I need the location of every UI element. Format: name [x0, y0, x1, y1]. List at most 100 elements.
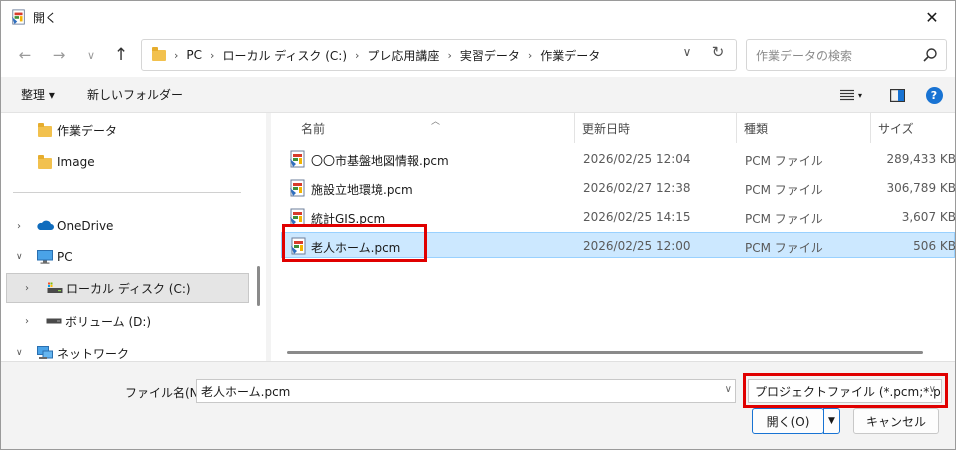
arrow-right-icon: → [52, 46, 66, 64]
breadcrumb-pc[interactable]: PC [186, 48, 202, 62]
close-button[interactable]: ✕ [909, 1, 955, 33]
up-button[interactable]: ↑ [109, 43, 133, 67]
app-icon [11, 9, 27, 25]
view-options-button[interactable]: ▾ [837, 86, 865, 104]
sort-ascending-icon: ︿ [431, 117, 441, 127]
nav-item-work-data[interactable]: 作業データ [1, 115, 259, 145]
column-header-type[interactable]: 種類 [736, 113, 870, 143]
chevron-right-icon: › [355, 48, 360, 62]
nav-item-label: 作業データ [57, 123, 118, 138]
address-bar[interactable]: › PC › ローカル ディスク (C:) › プレ応用講座 › 実習データ ›… [141, 39, 737, 71]
drive-icon [46, 318, 62, 324]
list-view-icon [839, 89, 854, 101]
file-type: PCM ファイル [745, 183, 823, 197]
nav-item-label: OneDrive [57, 219, 114, 233]
chevron-right-icon[interactable]: › [25, 316, 29, 327]
open-file-dialog: 開く ✕ ← → ∨ ↑ › PC › ローカル ディスク (C:) › プレ応… [0, 0, 956, 450]
refresh-icon: ↻ [711, 43, 725, 61]
arrow-up-icon: ↑ [113, 45, 129, 65]
cloud-icon [37, 220, 54, 230]
title-bar: 開く ✕ [1, 1, 955, 33]
chevron-down-icon[interactable]: ∨ [16, 252, 23, 262]
pcm-file-icon [289, 179, 307, 197]
file-name: 〇〇市基盤地図情報.pcm [311, 154, 449, 168]
file-row[interactable]: 統計GIS.pcm 2026/02/25 14:15 PCM ファイル 3,60… [281, 204, 955, 230]
file-type: PCM ファイル [745, 241, 823, 255]
pcm-file-icon [290, 237, 308, 255]
search-icon[interactable] [922, 47, 938, 63]
folder-icon [152, 46, 166, 61]
address-dropdown-button[interactable]: ∨ [677, 41, 697, 63]
help-icon: ? [925, 86, 943, 104]
file-list: 名前 ︿ 更新日時 種類 サイズ 〇〇市基盤地図情報.pcm 2026/02/2… [271, 113, 955, 361]
file-name: 統計GIS.pcm [311, 212, 386, 226]
file-row[interactable]: 施設立地環境.pcm 2026/02/27 12:38 PCM ファイル 306… [281, 175, 955, 201]
preview-pane-icon [889, 88, 905, 102]
nav-divider [13, 192, 241, 193]
command-bar: 整理 ▾ 新しいフォルダー ▾ ? [1, 77, 955, 113]
caret-down-icon: ▾ [857, 90, 862, 100]
open-button[interactable]: 開く(O) [752, 408, 824, 434]
column-header-size[interactable]: サイズ [870, 113, 955, 143]
search-input[interactable]: 作業データの検索 [746, 39, 947, 71]
file-type: PCM ファイル [745, 154, 823, 168]
chevron-right-icon[interactable]: › [25, 283, 29, 294]
column-header-date[interactable]: 更新日時 [574, 113, 736, 143]
pc-icon [37, 250, 53, 264]
nav-item-pc[interactable]: ∨ PC [1, 242, 259, 272]
breadcrumb-local-disk[interactable]: ローカル ディスク (C:) [222, 47, 347, 64]
recent-locations-button[interactable]: ∨ [79, 43, 103, 67]
file-name: 施設立地環境.pcm [311, 183, 413, 197]
horizontal-scrollbar[interactable] [287, 351, 923, 354]
nav-item-local-disk-c[interactable]: › ローカル ディスク (C:) [6, 273, 249, 303]
preview-pane-button[interactable] [887, 86, 907, 104]
forward-button[interactable]: → [47, 43, 71, 67]
column-header-label: 更新日時 [582, 121, 631, 136]
breadcrumb-course[interactable]: プレ応用講座 [367, 47, 439, 64]
file-date: 2026/02/25 12:00 [583, 239, 691, 253]
arrow-left-icon: ← [18, 46, 32, 64]
nav-item-volume-d[interactable]: › ボリューム (D:) [1, 306, 259, 336]
window-title: 開く [33, 10, 58, 25]
back-button[interactable]: ← [13, 43, 37, 67]
chevron-right-icon: › [447, 48, 452, 62]
chevron-right-icon: › [210, 48, 215, 62]
address-row: ← → ∨ ↑ › PC › ローカル ディスク (C:) › プレ応用講座 ›… [1, 33, 955, 77]
chevron-down-icon[interactable]: ∨ [16, 348, 23, 358]
nav-item-label: PC [57, 250, 73, 264]
pcm-file-icon [289, 150, 307, 168]
file-row[interactable]: 〇〇市基盤地図情報.pcm 2026/02/25 12:04 PCM ファイル … [281, 146, 955, 172]
chevron-right-icon: › [174, 48, 179, 62]
folder-icon [38, 123, 52, 137]
nav-item-label: ローカル ディスク (C:) [66, 281, 191, 296]
network-icon [37, 346, 53, 359]
breadcrumb-practice-data[interactable]: 実習データ [460, 47, 520, 64]
new-folder-button[interactable]: 新しいフォルダー [87, 86, 183, 103]
open-options-button[interactable]: ▼ [823, 408, 840, 434]
file-type-filter-select[interactable]: プロジェクトファイル (*.pcm;*.pcms; ∨ [748, 379, 942, 403]
file-date: 2026/02/25 14:15 [583, 210, 691, 224]
file-row-selected[interactable]: 老人ホーム.pcm 2026/02/25 12:00 PCM ファイル 506 … [281, 232, 955, 258]
cancel-button[interactable]: キャンセル [853, 408, 939, 434]
organize-button[interactable]: 整理 ▾ [21, 86, 55, 103]
nav-item-image[interactable]: Image [1, 147, 259, 177]
file-size: 306,789 KB [886, 181, 955, 195]
nav-scrollbar[interactable] [257, 266, 260, 306]
nav-item-label: ボリューム (D:) [65, 314, 152, 329]
caret-down-icon: ▼ [828, 416, 835, 426]
chevron-down-icon[interactable]: ∨ [725, 384, 732, 395]
refresh-button[interactable]: ↻ [707, 41, 729, 63]
nav-item-label: Image [57, 155, 95, 169]
chevron-right-icon[interactable]: › [17, 221, 21, 232]
pcm-file-icon [289, 208, 307, 226]
nav-item-label: ネットワーク [57, 346, 130, 361]
file-date: 2026/02/27 12:38 [583, 181, 691, 195]
nav-item-onedrive[interactable]: › OneDrive [1, 211, 259, 241]
help-button[interactable]: ? [925, 86, 943, 104]
filename-input[interactable]: 老人ホーム.pcm ∨ [196, 379, 736, 403]
breadcrumb-work-data[interactable]: 作業データ [540, 47, 600, 64]
file-size: 506 KB [913, 239, 955, 253]
cancel-button-label: キャンセル [865, 414, 926, 429]
nav-item-network[interactable]: ∨ ネットワーク [1, 338, 259, 361]
column-header-label: 名前 [301, 121, 326, 136]
